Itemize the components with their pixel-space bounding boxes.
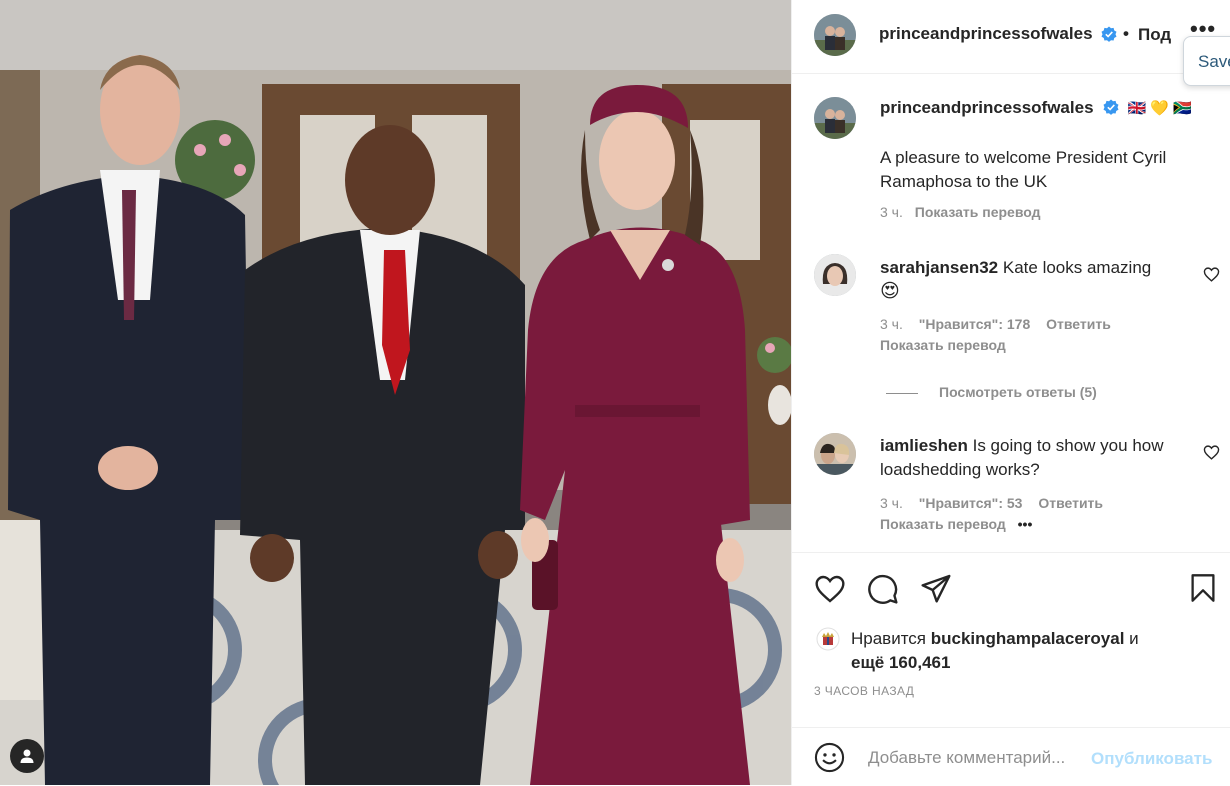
likes-summary: Нравится buckinghampalaceroyal и ещё 160… — [851, 627, 1139, 675]
commenter-username[interactable]: sarahjansen32 — [880, 258, 998, 277]
comment-emoji: 😍 — [880, 281, 900, 302]
caption-flags: 🇬🇧 💛 🇿🇦 — [1127, 100, 1192, 117]
commenter-avatar[interactable] — [814, 433, 856, 475]
smiley-icon[interactable] — [814, 742, 845, 773]
liker-username[interactable]: buckinghampalaceroyal — [931, 629, 1125, 648]
reply-button[interactable]: Ответить — [1046, 316, 1111, 332]
comment-translate-link[interactable]: Показать перевод — [880, 516, 1006, 532]
tag-people-button[interactable] — [10, 739, 44, 773]
paper-plane-icon[interactable] — [920, 572, 952, 604]
header-separator-dot: • — [1123, 24, 1129, 43]
view-replies-button[interactable]: Посмотреть ответы (5) — [939, 384, 1097, 400]
post-header: princeandprincessofwales • Под ••• — [792, 0, 1230, 74]
caption-time: 3 ч. — [880, 204, 903, 220]
likes-prefix: Нравится — [851, 629, 927, 648]
commenter-avatar-image — [814, 433, 856, 475]
comment-time: 3 ч. — [880, 316, 903, 332]
post-sidebar: princeandprincessofwales • Под ••• Save — [791, 0, 1230, 785]
verified-badge-icon — [1101, 26, 1117, 42]
caption-username[interactable]: princeandprincessofwales — [880, 98, 1094, 117]
heart-icon[interactable] — [814, 573, 846, 605]
royal-crest-avatar[interactable] — [816, 627, 840, 651]
comments-list: princeandprincessofwales 🇬🇧 💛 🇿🇦 A pleas… — [792, 74, 1230, 551]
add-comment-bar: Опубликовать — [792, 727, 1230, 786]
heart-icon[interactable] — [1203, 444, 1220, 461]
caption-author-avatar[interactable] — [814, 97, 856, 139]
author-avatar[interactable] — [814, 14, 856, 56]
comment-likes[interactable]: "Нравится": 178 — [919, 316, 1030, 332]
comment-bubble-icon[interactable] — [867, 573, 899, 605]
author-avatar-image — [814, 14, 856, 56]
comment-input[interactable] — [866, 744, 1090, 772]
commenter-avatar-image — [814, 254, 856, 296]
heart-icon[interactable] — [1203, 266, 1220, 283]
photo-illustration — [0, 0, 791, 785]
reply-button[interactable]: Ответить — [1038, 495, 1103, 511]
likes-conjunction: и — [1129, 629, 1139, 648]
author-username[interactable]: princeandprincessofwales — [879, 24, 1093, 44]
comment-time: 3 ч. — [880, 495, 903, 511]
user-tag-icon — [20, 749, 34, 763]
comment-likes[interactable]: "Нравится": 53 — [919, 495, 1023, 511]
replies-divider — [886, 393, 918, 394]
bookmark-icon[interactable] — [1189, 573, 1217, 603]
commenter-username[interactable]: iamlieshen — [880, 436, 968, 455]
verified-badge-icon — [1103, 99, 1119, 115]
comment-options-button[interactable]: ••• — [1018, 516, 1033, 532]
caption-text: A pleasure to welcome President Cyril Ra… — [880, 148, 1167, 191]
caption-translate-link[interactable]: Показать перевод — [915, 204, 1041, 220]
comment-text: Kate looks amazing — [1002, 258, 1152, 277]
follow-button[interactable]: Под — [1138, 25, 1171, 45]
publish-button[interactable]: Опубликовать — [1091, 749, 1212, 769]
comment-translate-link[interactable]: Показать перевод — [880, 337, 1006, 353]
post-time-ago[interactable]: 3 ЧАСОВ НАЗАД — [814, 684, 914, 698]
post-photo[interactable] — [0, 0, 791, 785]
likes-count-button[interactable]: ещё 160,461 — [851, 653, 950, 672]
commenter-avatar[interactable] — [814, 254, 856, 296]
caption-avatar-image — [814, 97, 856, 139]
